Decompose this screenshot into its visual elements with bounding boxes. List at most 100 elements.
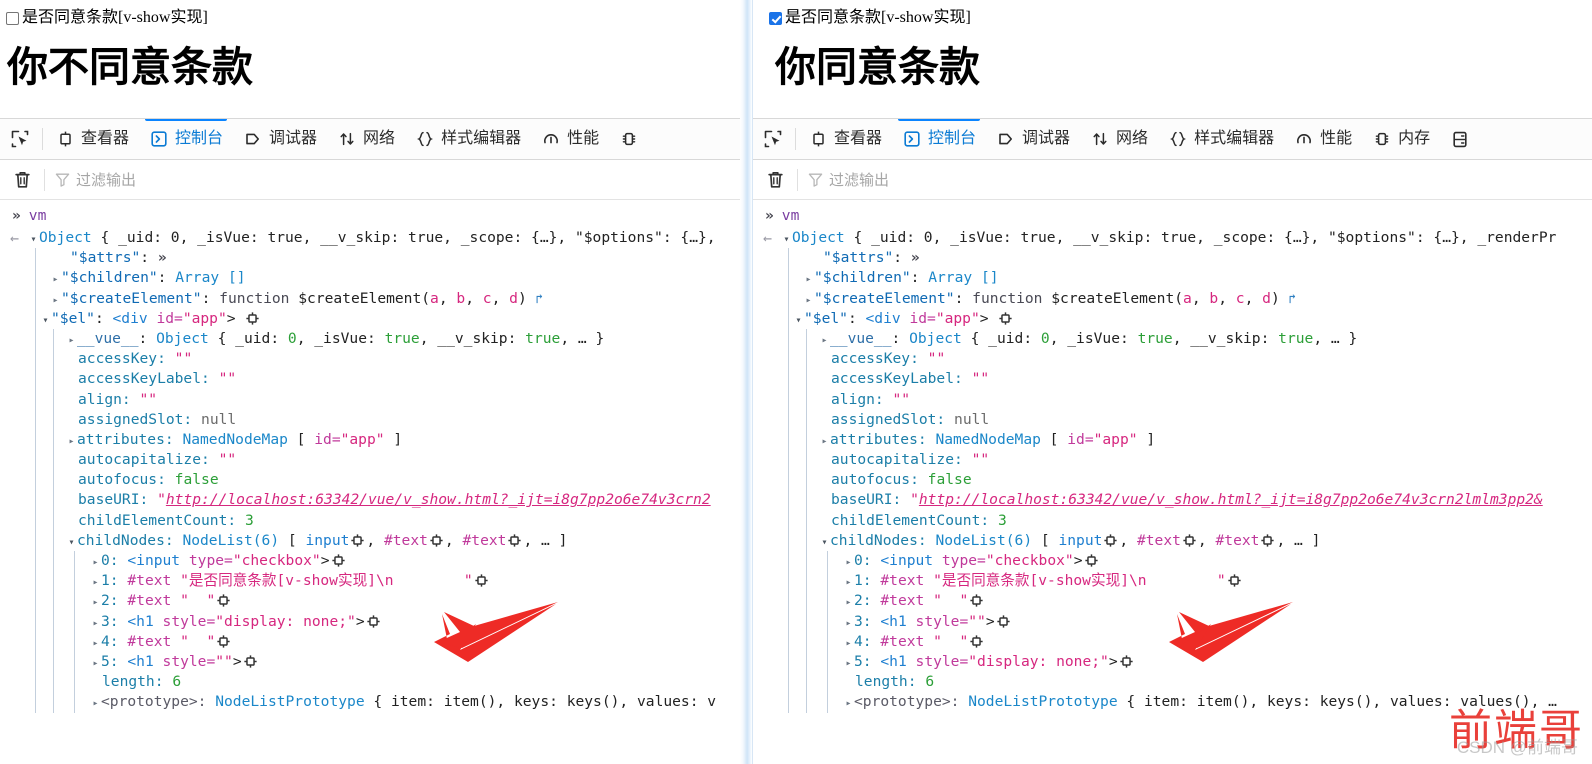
element-picker-button[interactable] <box>753 119 793 159</box>
object-head-row[interactable]: ▾ Object { _uid: 0, _isVue: true, __v_ski… <box>781 228 1557 248</box>
tab-debugger[interactable]: 调试器 <box>233 119 327 159</box>
prop-children-row[interactable]: ▸ "$children": Array [] <box>781 268 1557 288</box>
clear-console-button[interactable] <box>0 160 44 200</box>
node-target-icon[interactable] <box>243 655 257 668</box>
node-target-icon[interactable] <box>1261 534 1275 547</box>
console-filter-input[interactable]: 过滤输出 <box>798 160 1592 200</box>
childnode-row[interactable]: ▸ 1: #text "是否同意条款[v-show实现]\n " <box>28 571 716 591</box>
tab-network[interactable]: 网络 <box>1080 119 1158 159</box>
prop-attributes-row[interactable]: ▸ attributes: NamedNodeMap [ id="app" ] <box>781 430 1557 450</box>
prop-length-key: length: <box>102 673 164 691</box>
node-target-icon[interactable] <box>1227 574 1241 587</box>
childnode-row[interactable]: ▸ 4: #text " " <box>781 632 1557 652</box>
node-target-icon[interactable] <box>351 534 365 547</box>
prop-assignedslot-row: assignedSlot: null <box>28 410 716 430</box>
childnode-row-highlighted[interactable]: ▸ 3: <h1 style=""> <box>781 612 1557 632</box>
childnode-row[interactable]: ▸ 2: #text " " <box>28 591 716 611</box>
prop-prototype-row[interactable]: ▸ <prototype>: NodeListPrototype { item: … <box>28 692 716 712</box>
tab-memory-clipped[interactable] <box>609 119 649 159</box>
prop-el-row[interactable]: ▾ "$el": <div id="app"> <box>28 309 716 329</box>
trash-icon <box>767 171 783 188</box>
tab-console[interactable]: 控制台 <box>139 119 233 159</box>
tab-performance[interactable]: 性能 <box>531 119 609 159</box>
childnode-index: 1: <box>854 572 872 590</box>
tab-network[interactable]: 网络 <box>327 119 405 159</box>
childnode-index: 2: <box>854 592 872 610</box>
prop-childnodes-key: childNodes: <box>77 531 174 549</box>
tab-inspector[interactable]: 查看器 <box>798 119 892 159</box>
node-target-icon[interactable] <box>331 554 345 567</box>
tab-style-editor[interactable]: 样式编辑器 <box>405 119 531 159</box>
tab-console-label: 控制台 <box>175 130 224 147</box>
prop-vue-key: __vue__ <box>77 329 139 347</box>
node-target-icon[interactable] <box>999 312 1012 325</box>
childnode-row[interactable]: ▸ 4: #text " " <box>28 632 716 652</box>
node-target-icon[interactable] <box>217 635 230 648</box>
agree-checkbox[interactable] <box>6 11 19 25</box>
prop-vue-row[interactable]: ▸__vue__: Object Object { _uid: 0, _isVu… <box>28 329 716 349</box>
agree-checkbox-label: 是否同意条款[v-show实现] <box>785 9 971 26</box>
childnode-index: 1: <box>101 572 119 590</box>
node-target-icon[interactable] <box>970 594 983 608</box>
node-target-icon[interactable] <box>1084 554 1098 567</box>
console-filter-input[interactable]: 过滤输出 <box>45 160 740 200</box>
tab-debugger[interactable]: 调试器 <box>986 119 1080 159</box>
prop-attrs-row[interactable]: "$attrs": » <box>781 248 1557 268</box>
prop-attrs-row[interactable]: "$attrs": » <box>28 248 716 268</box>
prop-baseuri-value[interactable]: http://localhost:63342/vue/v_show.html?_… <box>166 491 711 508</box>
node-target-icon[interactable] <box>217 594 230 608</box>
tab-performance[interactable]: 性能 <box>1284 119 1362 159</box>
prop-el-tag: <div <box>865 309 901 327</box>
jump-to-source-icon[interactable]: ↱ <box>536 292 544 307</box>
tab-memory[interactable]: 内存 <box>1362 119 1440 159</box>
tab-console[interactable]: 控制台 <box>892 119 986 159</box>
object-tree: ▾ Object { _uid: 0, _isVue: true, __v_ski… <box>781 228 1557 713</box>
node-target-icon[interactable] <box>508 534 522 547</box>
prop-children-row[interactable]: ▸ "$children": Array [] <box>28 268 716 288</box>
left-agree-checkbox-row[interactable]: 是否同意条款[v-show实现] <box>0 7 740 29</box>
childnode-row[interactable]: ▸ 5: <h1 style="display: none;"> <box>781 652 1557 672</box>
tab-inspector[interactable]: 查看器 <box>45 119 139 159</box>
node-target-icon[interactable] <box>430 534 443 547</box>
left-console-output[interactable]: » vm ← ▾ Object { _uid: 0, _isVue: true, … <box>0 200 740 764</box>
childnode-row-highlighted[interactable]: ▸ 3: <h1 style="display: none;"> <box>28 612 716 632</box>
node-target-icon[interactable] <box>1120 655 1133 668</box>
prop-baseuri-value[interactable]: http://localhost:63342/vue/v_show.html?_… <box>919 491 1543 508</box>
object-head-row[interactable]: ▾ Object { _uid: 0, _isVue: true, __v_ski… <box>28 228 716 248</box>
node-target-icon[interactable] <box>970 635 983 648</box>
tab-storage-clipped[interactable] <box>1440 119 1470 159</box>
prop-childnodes-row[interactable]: ▾ childNodes: NodeList(6) [ input, #text,… <box>781 531 1557 551</box>
clear-console-button[interactable] <box>753 160 797 200</box>
right-console-output[interactable]: » vm ← ▾ Object { _uid: 0, _isVue: true, … <box>753 200 1592 764</box>
node-target-icon[interactable] <box>1104 534 1118 547</box>
childnode-row[interactable]: ▸ 0: <input type="checkbox"> <box>781 551 1557 571</box>
tab-style-editor[interactable]: 样式编辑器 <box>1158 119 1284 159</box>
prop-vue-row[interactable]: ▸ __vue__: Object { _uid: 0, _isVue: true… <box>781 329 1557 349</box>
prop-align-value: "" <box>892 390 911 408</box>
prop-align-key: align: <box>831 390 884 408</box>
childnode-row[interactable]: ▸ 5: <h1 style=""> <box>28 652 716 672</box>
prop-el-row[interactable]: ▾ "$el": <div id="app"> <box>781 309 1557 329</box>
prop-createelement-row[interactable]: ▸"$createElement": function function $cr… <box>28 289 716 309</box>
node-target-icon[interactable] <box>367 614 380 628</box>
prop-attributes-type: NamedNodeMap <box>935 430 1041 448</box>
agree-checkbox[interactable] <box>769 11 782 25</box>
node-target-icon[interactable] <box>246 312 259 325</box>
prompt-icon: » <box>12 206 21 224</box>
childnode-row[interactable]: ▸ 0: <input type="checkbox"> <box>28 551 716 571</box>
node-target-icon[interactable] <box>996 614 1010 628</box>
right-agree-checkbox-row[interactable]: 是否同意条款[v-show实现] <box>763 7 1592 29</box>
childnode-row[interactable]: ▸ 1: #text "是否同意条款[v-show实现]\n " <box>781 571 1557 591</box>
prop-attrs-value: » <box>910 249 920 267</box>
node-target-icon[interactable] <box>474 574 488 587</box>
console-icon <box>149 129 169 149</box>
jump-to-source-icon[interactable]: ↱ <box>1289 292 1297 307</box>
right-browser-panel: 是否同意条款[v-show实现] 你同意条款 查看器 控制台 调试器 网络 样式… <box>752 0 1592 764</box>
prop-childnodes-row[interactable]: ▾ childNodes: NodeList(6) [ input, #text,… <box>28 531 716 551</box>
childnode-row[interactable]: ▸ 2: #text " " <box>781 591 1557 611</box>
element-picker-button[interactable] <box>0 119 40 159</box>
prop-createelement-row[interactable]: ▸ "$createElement": function $createEleme… <box>781 289 1557 309</box>
node-target-icon[interactable] <box>1183 534 1196 547</box>
prop-prototype-row[interactable]: ▸ <prototype>: NodeListPrototype { item: … <box>781 692 1556 712</box>
prop-attributes-row[interactable]: ▸ attributes: NamedNodeMap [ id="app" ] <box>28 430 716 450</box>
